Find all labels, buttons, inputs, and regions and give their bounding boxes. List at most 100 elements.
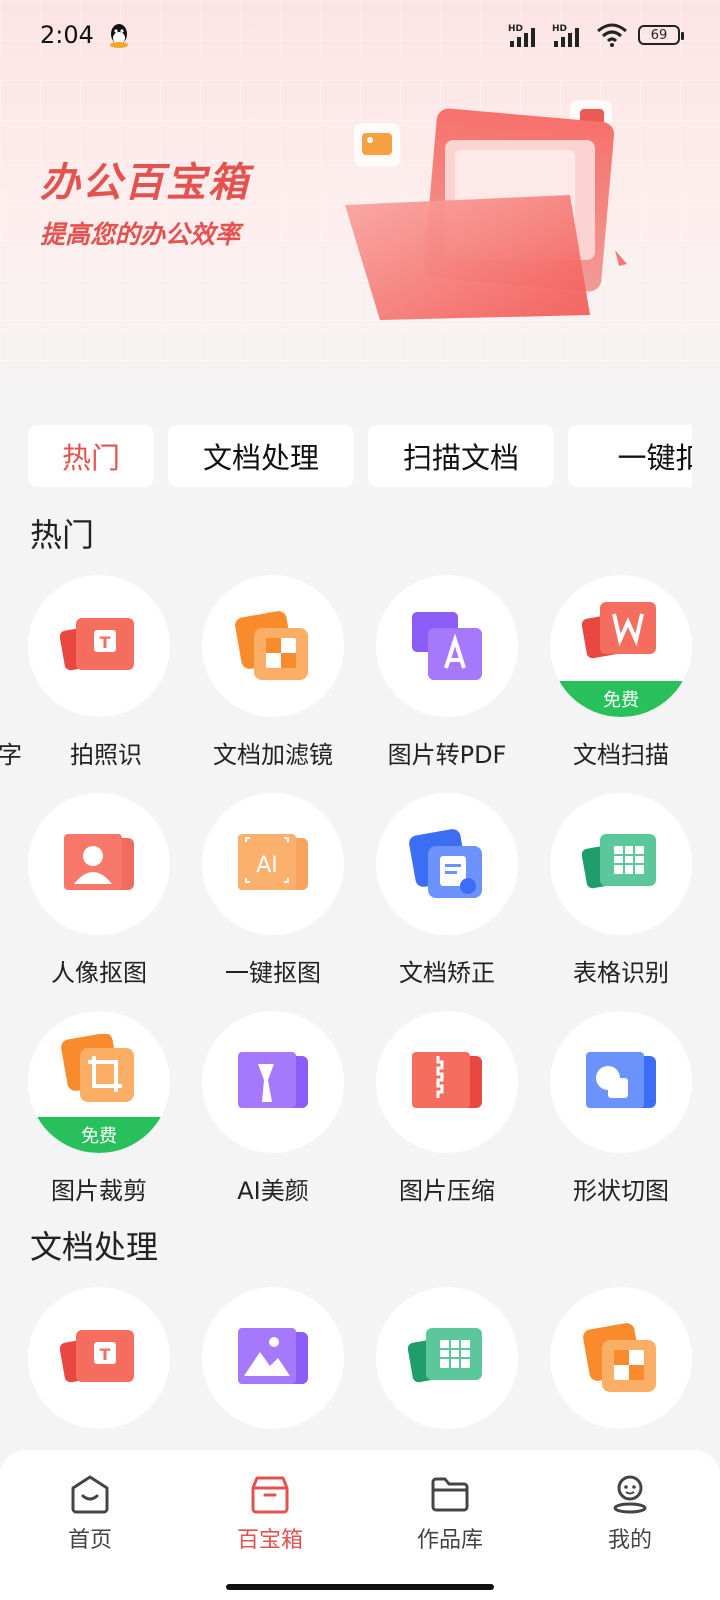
image-crop-icon — [61, 1034, 134, 1102]
tool-icon-circle — [550, 793, 692, 935]
bottom-navigation: 首页 百宝箱 作品库 我的 — [0, 1450, 720, 1600]
tab-hot[interactable]: 热门 — [28, 425, 154, 487]
qq-icon — [109, 24, 128, 48]
signal-icon: HD — [552, 24, 579, 47]
document-scan-icon — [582, 602, 656, 659]
tool-icon-circle — [376, 1287, 518, 1429]
tab-document-processing[interactable]: 文档处理 — [168, 425, 354, 487]
tool-table-recognize[interactable]: 表格识别 — [550, 793, 692, 987]
tool-icon-circle — [202, 575, 344, 717]
tool-icon-circle — [202, 1287, 344, 1429]
tool-label: 一键抠图 — [225, 959, 321, 987]
profile-icon — [613, 1475, 647, 1514]
tool-icon-circle: T — [28, 575, 170, 717]
nav-label: 百宝箱 — [236, 1528, 303, 1553]
tool-image-crop[interactable]: 免费 图片裁剪 — [28, 1011, 170, 1205]
tool-table[interactable] — [376, 1287, 518, 1429]
battery-level: 69 — [650, 27, 668, 43]
tool-icon-circle — [376, 575, 518, 717]
folder-icon — [431, 1477, 469, 1512]
status-bar: 2:04 HD HD 69 — [0, 0, 720, 70]
image-to-pdf-icon — [412, 612, 482, 680]
photo-text-recognize-icon: T — [60, 618, 134, 671]
tool-label: 文档矫正 — [399, 959, 495, 987]
tool-icon-circle: 免费 — [28, 1011, 170, 1153]
tool-image[interactable] — [202, 1287, 344, 1429]
tool-image-to-pdf[interactable]: 图片转PDF — [376, 575, 518, 769]
table-icon — [408, 1328, 482, 1383]
image-compress-icon — [412, 1052, 482, 1108]
tool-icon-circle — [28, 793, 170, 935]
svg-text:AI: AI — [256, 853, 278, 878]
document-filter-icon — [583, 1323, 656, 1392]
tool-label: 文档扫描 — [573, 741, 669, 769]
shape-cut-icon — [586, 1052, 656, 1108]
tool-icon-circle — [550, 1287, 692, 1429]
tool-label: 表格识别 — [573, 959, 669, 987]
free-badge: 免费 — [550, 681, 692, 717]
nav-item-profile[interactable]: 我的 — [540, 1474, 720, 1600]
tool-document-filter[interactable]: 文档加滤镜 — [202, 575, 344, 769]
tool-label: 图片转PDF — [387, 741, 507, 769]
nav-item-toolbox[interactable]: 百宝箱 — [180, 1474, 360, 1600]
svg-text:T: T — [100, 633, 111, 652]
tool-document-correct[interactable]: 文档矫正 — [376, 793, 518, 987]
section-title-hot: 热门 — [30, 516, 95, 554]
tool-image-compress[interactable]: 图片压缩 — [376, 1011, 518, 1205]
home-indicator[interactable] — [226, 1584, 494, 1590]
battery-icon: 69 — [638, 25, 684, 45]
nav-label: 首页 — [67, 1528, 112, 1553]
tool-photo-text-recognize[interactable]: T 字 拍照识 — [0, 575, 170, 769]
free-badge: 免费 — [28, 1117, 170, 1153]
tool-label: 图片压缩 — [399, 1177, 495, 1205]
tool-icon-circle — [550, 1011, 692, 1153]
nav-label: 作品库 — [416, 1528, 483, 1553]
tool-label: 形状切图 — [573, 1177, 669, 1205]
svg-text:T: T — [100, 1345, 111, 1364]
image-icon — [238, 1328, 308, 1384]
category-tabs: 热门 文档处理 扫描文档 一键扣 — [28, 425, 692, 487]
document-correct-icon — [409, 829, 482, 898]
hero-title: 办公百宝箱 — [40, 160, 250, 206]
tool-label: 人像抠图 — [51, 959, 147, 987]
section-title-documents: 文档处理 — [30, 1228, 159, 1266]
ai-beauty-icon — [238, 1052, 308, 1108]
text-recognize-icon: T — [60, 1330, 134, 1383]
tool-label: 字 拍照识 — [0, 741, 142, 769]
tool-document-scan[interactable]: 免费 文档扫描 — [550, 575, 692, 769]
wifi-icon — [597, 23, 627, 47]
tool-portrait-cutout[interactable]: 人像抠图 — [28, 793, 170, 987]
svg-text:HD: HD — [552, 24, 567, 34]
tool-icon-circle — [376, 1011, 518, 1153]
home-icon — [71, 1475, 109, 1514]
svg-text:HD: HD — [508, 24, 523, 34]
nav-item-home[interactable]: 首页 — [0, 1474, 180, 1600]
tool-shape-cut[interactable]: 形状切图 — [550, 1011, 692, 1205]
tool-label: 图片裁剪 — [51, 1177, 147, 1205]
tool-ai-beauty[interactable]: AI美颜 — [202, 1011, 344, 1205]
toolbox-icon — [251, 1476, 289, 1514]
document-filter-icon — [235, 611, 308, 680]
portrait-cutout-icon — [64, 834, 134, 890]
tool-icon-circle: 免费 — [550, 575, 692, 717]
tool-label: 文档加滤镜 — [213, 741, 333, 769]
ai-cutout-icon: AI — [238, 834, 308, 890]
tool-icon-circle — [376, 793, 518, 935]
tool-ai-cutout[interactable]: AI 一键抠图 — [202, 793, 344, 987]
tool-icon-circle: AI — [202, 793, 344, 935]
nav-label: 我的 — [607, 1528, 652, 1553]
tool-icon-circle — [202, 1011, 344, 1153]
folder-illustration — [345, 100, 627, 320]
tab-scan-document[interactable]: 扫描文档 — [368, 425, 554, 487]
tool-document-filter-2[interactable] — [550, 1287, 692, 1429]
table-recognize-icon — [582, 834, 656, 889]
document-tools-grid: T — [28, 1287, 692, 1429]
signal-icon: HD — [508, 24, 535, 47]
status-time: 2:04 — [40, 21, 94, 49]
tool-text-recognize[interactable]: T — [28, 1287, 170, 1429]
hero-subtitle: 提高您的办公效率 — [40, 220, 241, 249]
nav-item-works[interactable]: 作品库 — [360, 1474, 540, 1600]
hot-tools-grid: T 字 拍照识 文档加滤镜 图片转PDF 免费 文档扫描 人像抠图 AI 一键抠… — [0, 575, 692, 1205]
tool-label: AI美颜 — [237, 1177, 309, 1205]
tab-one-click-cutout[interactable]: 一键扣 — [568, 425, 692, 487]
